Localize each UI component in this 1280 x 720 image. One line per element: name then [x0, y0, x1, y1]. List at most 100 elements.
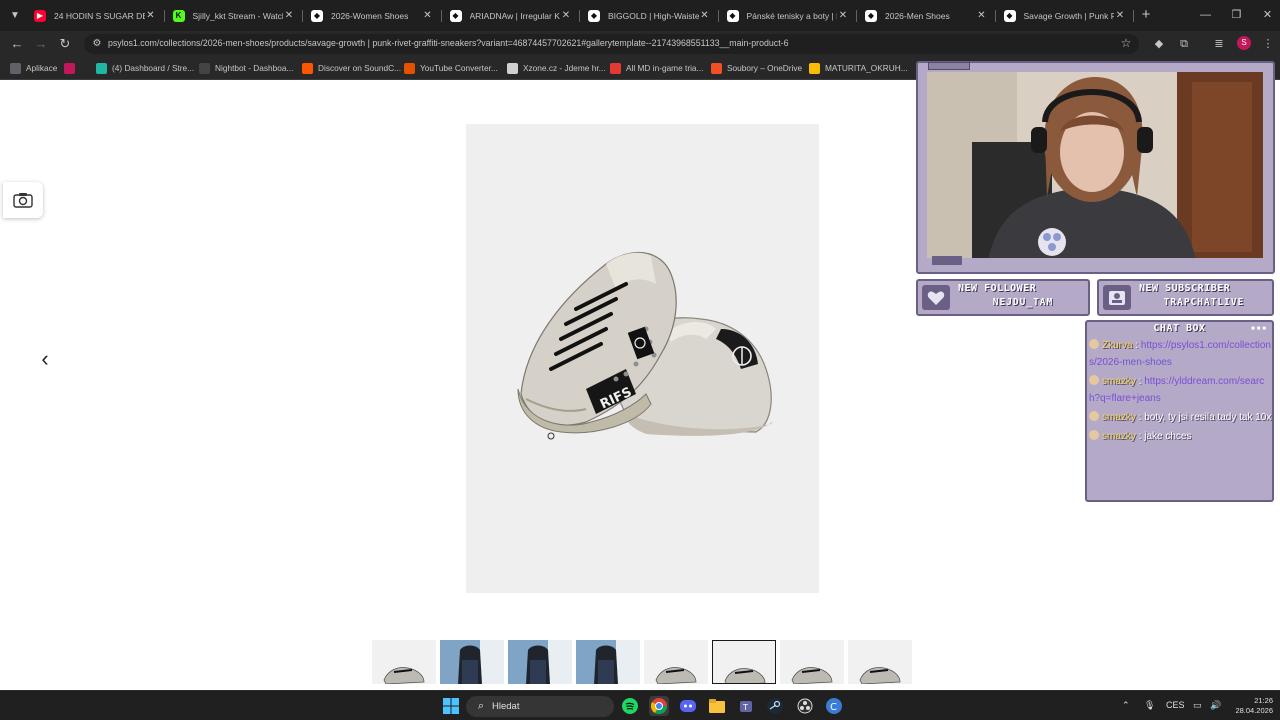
chat-text: jake chces	[1144, 431, 1192, 442]
obs-icon[interactable]	[795, 696, 815, 716]
browser-tab[interactable]: ◆ Pánské tenisky a boty | D...✕	[719, 2, 857, 29]
product-thumbnail[interactable]	[372, 640, 436, 684]
browser-tab[interactable]: ◆ BIGGOLD | High-Waisted ...✕	[580, 2, 719, 29]
bookmark-label[interactable]: YouTube Converter...	[420, 63, 498, 73]
bookmark-item[interactable]: Discover on SoundC...	[302, 61, 401, 75]
bookmark-item[interactable]: Xzone.cz - Jdeme hr...	[507, 61, 606, 75]
browser-tab[interactable]: ▶ 24 HODIN S SUGAR DEN...✕	[26, 2, 165, 29]
browser-tab[interactable]: ◆ Savage Growth | Punk Ri...✕	[996, 2, 1134, 29]
tab-close-icon[interactable]: ✕	[145, 10, 157, 21]
webcam-feed	[927, 72, 1263, 265]
steam-icon[interactable]	[765, 696, 785, 716]
shop-icon: ◆	[311, 9, 323, 22]
tab-close-icon[interactable]: ✕	[1114, 10, 1126, 21]
streamelements-icon	[96, 62, 107, 74]
apps-grid-icon	[10, 62, 21, 74]
browser-tab[interactable]: ◆ 2026-Women Shoes ✕	[303, 2, 442, 29]
tab-close-icon[interactable]: ✕	[560, 10, 572, 21]
product-thumbnail[interactable]	[780, 640, 844, 684]
bookmark-label[interactable]: Nightbot - Dashboa...	[215, 63, 293, 73]
network-icon[interactable]: ▭	[1193, 700, 1202, 711]
product-main-image[interactable]: RIFS	[466, 124, 819, 593]
tab-title[interactable]: Sjilly_kkt Stream - Watch ...	[193, 11, 284, 21]
tab-close-icon[interactable]: ✕	[422, 10, 434, 21]
shop-icon: ◆	[449, 9, 462, 22]
taskbar-search-placeholder[interactable]: Hledat	[492, 701, 519, 712]
bookmark-label[interactable]: (4) Dashboard / Stre...	[112, 63, 194, 73]
app-c-icon[interactable]: C	[824, 696, 844, 716]
tab-title[interactable]: BIGGOLD | High-Waisted ...	[608, 11, 699, 21]
window-close-icon[interactable]: ✕	[1252, 0, 1280, 31]
extensions-puzzle-icon[interactable]: ⧉	[1176, 36, 1192, 52]
product-thumbnail[interactable]	[644, 640, 708, 684]
spotify-icon[interactable]	[620, 696, 640, 716]
bookmark-label[interactable]: Discover on SoundC...	[318, 63, 401, 73]
svg-text:C: C	[830, 702, 837, 713]
tab-close-icon[interactable]: ✕	[699, 10, 711, 21]
tab-title[interactable]: 24 HODIN S SUGAR DEN...	[54, 11, 145, 21]
tab-title[interactable]: 2026-Men Shoes	[885, 11, 976, 21]
volume-icon[interactable]: 🔊	[1210, 700, 1221, 711]
language-indicator[interactable]: CES	[1166, 700, 1185, 710]
browser-tab[interactable]: K Sjilly_kkt Stream - Watch ...✕	[165, 2, 303, 29]
bookmark-item[interactable]: Soubory – OneDrive	[711, 61, 802, 75]
teams-icon[interactable]: T	[736, 696, 756, 716]
discord-icon[interactable]	[678, 696, 698, 716]
tab-separator	[1133, 10, 1134, 22]
chrome-icon[interactable]	[649, 696, 669, 716]
forward-arrow-icon[interactable]: →	[32, 35, 50, 53]
product-thumbnail[interactable]	[508, 640, 572, 684]
product-thumbnail[interactable]	[848, 640, 912, 684]
maximize-icon[interactable]: ❐	[1221, 0, 1252, 31]
tab-title[interactable]: Savage Growth | Punk Ri...	[1024, 11, 1115, 21]
tray-chevron-up-icon[interactable]: ⌃	[1122, 700, 1130, 711]
tab-search-chevron-icon[interactable]: ▼	[6, 7, 24, 25]
tab-title[interactable]: ARIADNAw | Irregular Kni...	[470, 11, 561, 21]
address-url[interactable]: psylos1.com/collections/2026-men-shoes/p…	[108, 38, 788, 48]
taskbar-search[interactable]: ⌕ Hledat	[466, 696, 614, 717]
product-thumbnail[interactable]	[576, 640, 640, 684]
browser-tab[interactable]: ◆ 2026-Men Shoes ✕	[857, 2, 996, 29]
product-thumbnail[interactable]	[440, 640, 504, 684]
bookmark-item[interactable]	[64, 61, 80, 75]
bookmark-label[interactable]: Aplikace	[26, 63, 57, 73]
browser-tab[interactable]: ◆ ARIADNAw | Irregular Kni...✕	[442, 2, 580, 29]
menu-kebab-icon[interactable]: ⋮	[1260, 36, 1276, 52]
address-bar[interactable]: ⚙ psylos1.com/collections/2026-men-shoes…	[84, 34, 1139, 54]
grid-icon	[64, 62, 75, 74]
back-arrow-icon[interactable]: ←	[8, 35, 26, 53]
previous-image-chevron-icon[interactable]: ‹	[36, 347, 54, 371]
media-icon[interactable]: ≣	[1211, 36, 1227, 52]
bookmark-label[interactable]: MATURITA_OKRUH...	[825, 63, 908, 73]
thumbnail-sneaker-image	[791, 667, 833, 684]
bookmark-item[interactable]: YouTube Converter...	[404, 61, 498, 75]
bookmark-item[interactable]: Nightbot - Dashboa...	[199, 61, 293, 75]
bookmark-item[interactable]: (4) Dashboard / Stre...	[96, 61, 194, 75]
camera-search-button[interactable]	[3, 182, 43, 218]
bookmark-label[interactable]: All MD in-game tria...	[626, 63, 703, 73]
product-thumbnail[interactable]	[712, 640, 776, 684]
bookmark-item[interactable]: Aplikace	[10, 61, 57, 75]
site-info-icon[interactable]: ⚙	[90, 37, 104, 51]
windows-start-icon[interactable]	[441, 696, 461, 716]
tab-close-icon[interactable]: ✕	[283, 10, 295, 21]
tab-close-icon[interactable]: ✕	[837, 10, 849, 21]
file-explorer-icon[interactable]	[707, 696, 727, 716]
extension-icon[interactable]: ◆	[1151, 36, 1167, 52]
minimize-icon[interactable]: —	[1190, 0, 1221, 31]
new-tab-plus-icon[interactable]: +	[1138, 7, 1154, 23]
bookmark-label[interactable]: Soubory – OneDrive	[727, 63, 802, 73]
bookmark-item[interactable]: MATURITA_OKRUH...	[809, 61, 908, 75]
tab-title[interactable]: Pánské tenisky a boty | D...	[747, 11, 838, 21]
profile-avatar[interactable]: S	[1237, 36, 1251, 50]
bookmark-item[interactable]: All MD in-game tria...	[610, 61, 703, 75]
microphone-icon[interactable]: 🎙	[1144, 700, 1155, 711]
tab-close-icon[interactable]: ✕	[976, 10, 988, 21]
tab-title[interactable]: 2026-Women Shoes	[331, 11, 422, 21]
bookmark-star-icon[interactable]: ☆	[1119, 36, 1133, 50]
chat-username: Zkurva	[1102, 340, 1133, 351]
bookmark-label[interactable]: Xzone.cz - Jdeme hr...	[523, 63, 606, 73]
system-clock[interactable]: 21:26 28.04.2026	[1227, 696, 1273, 716]
webcam-top-tab	[928, 62, 970, 70]
reload-icon[interactable]: ↻	[56, 35, 74, 53]
